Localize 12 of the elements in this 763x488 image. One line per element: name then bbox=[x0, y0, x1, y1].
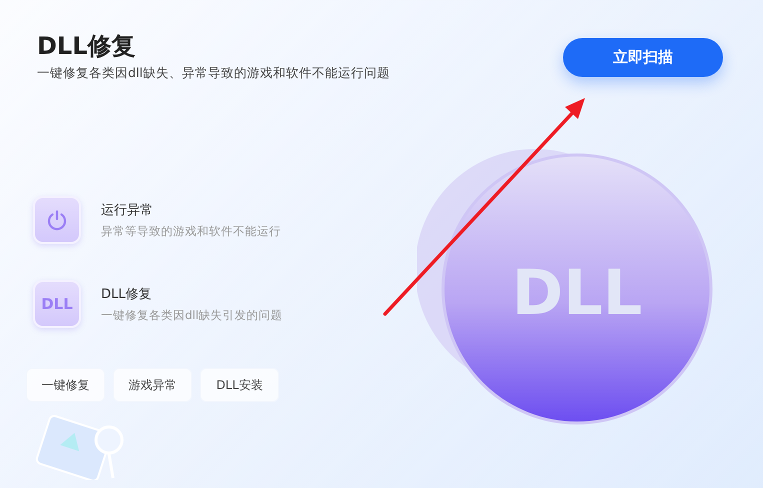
page-title: DLL修复 bbox=[37, 31, 137, 62]
feature-description: 异常等导致的游戏和软件不能运行 bbox=[101, 224, 281, 239]
feature-description: 一键修复各类因dll缺失引发的问题 bbox=[101, 308, 283, 323]
quick-tag-button[interactable]: 游戏异常 bbox=[113, 368, 192, 402]
quick-tag-button[interactable]: DLL安装 bbox=[200, 368, 279, 402]
power-icon bbox=[33, 196, 81, 244]
feature-title: DLL修复 bbox=[101, 286, 152, 303]
dll-icon: DLL bbox=[33, 280, 81, 328]
quick-tag-button[interactable]: 一键修复 bbox=[26, 368, 105, 402]
scan-button[interactable]: 立即扫描 bbox=[563, 38, 723, 77]
page-subtitle: 一键修复各类因dll缺失、异常导致的游戏和软件不能运行问题 bbox=[37, 65, 390, 82]
feature-title: 运行异常 bbox=[101, 202, 154, 219]
